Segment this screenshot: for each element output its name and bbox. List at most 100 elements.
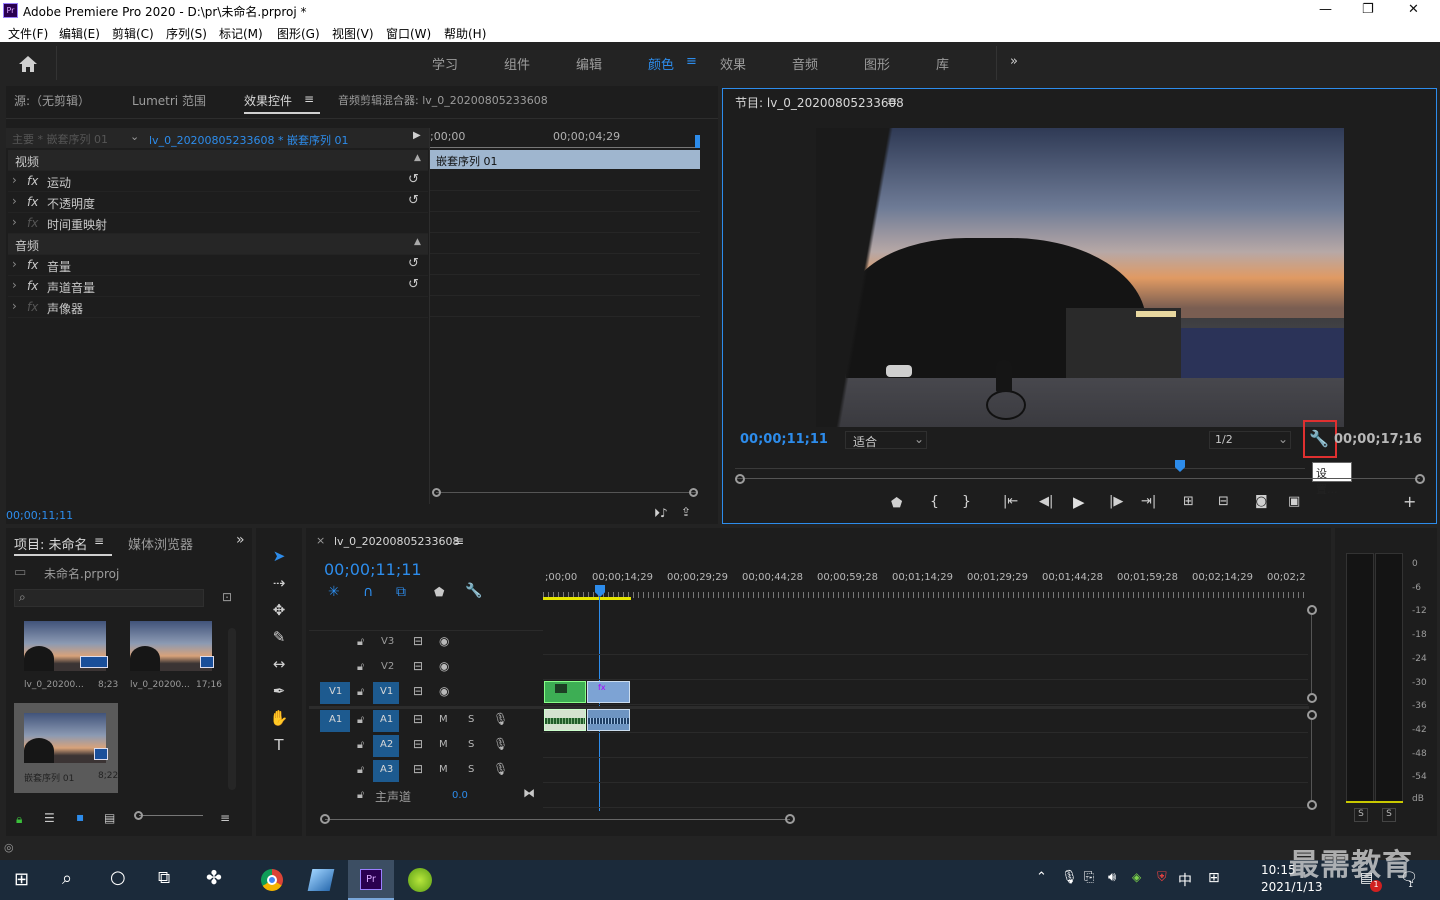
- mute-button[interactable]: M: [439, 714, 448, 725]
- track-lane-a1[interactable]: [543, 709, 1308, 733]
- maximize-button[interactable]: ❐: [1362, 2, 1374, 17]
- video-scroll-bottom-handle[interactable]: [1307, 693, 1317, 703]
- selection-tool-icon[interactable]: ➤: [268, 547, 290, 569]
- solo-button[interactable]: S: [468, 714, 474, 725]
- cortana-icon[interactable]: ○: [110, 867, 126, 888]
- sync-lock-icon[interactable]: ⊟: [413, 737, 423, 751]
- lock-icon[interactable]: 🔒︎: [16, 812, 22, 827]
- sequence-clip-label[interactable]: lv_0_20200805233608 * 嵌套序列 01: [149, 132, 349, 148]
- panel-overflow-icon[interactable]: »: [236, 532, 245, 548]
- ec-timecode[interactable]: 00;00;11;11: [6, 509, 73, 522]
- video-scroll-top-handle[interactable]: [1307, 605, 1317, 615]
- tab-source[interactable]: 源:（无剪辑）: [14, 92, 90, 109]
- network-icon[interactable]: ⎘: [1084, 870, 1094, 885]
- program-video-frame[interactable]: [816, 128, 1344, 427]
- minimize-button[interactable]: —: [1319, 2, 1332, 17]
- icon-view-icon[interactable]: ▪: [76, 810, 84, 824]
- menu-graphics[interactable]: 图形(G): [277, 25, 320, 42]
- go-to-in-icon[interactable]: |⇤: [1003, 494, 1018, 509]
- work-area-bar[interactable]: [543, 597, 631, 600]
- lock-icon[interactable]: 🔓︎: [357, 738, 364, 752]
- workspace-overflow-icon[interactable]: »: [1010, 54, 1018, 69]
- extract-icon[interactable]: ⊟: [1218, 494, 1229, 509]
- thumbnail-size-slider[interactable]: [134, 811, 143, 820]
- effect-row-volume[interactable]: › fx 音量 ↺: [8, 255, 428, 276]
- mute-button[interactable]: M: [439, 764, 448, 775]
- freeform-view-icon[interactable]: ▤: [104, 811, 115, 825]
- tab-lumetri-scopes[interactable]: Lumetri 范围: [132, 92, 206, 109]
- timeline-zoom-start-handle[interactable]: [320, 814, 330, 824]
- meter-solo-left-button[interactable]: S: [1354, 808, 1368, 822]
- ime-keyboard-icon[interactable]: ⊞: [1208, 870, 1220, 886]
- microphone-icon[interactable]: 🎙︎: [493, 762, 508, 776]
- master-volume-value[interactable]: 0.0: [452, 790, 468, 801]
- go-to-in-out-icon[interactable]: ⧓: [523, 786, 535, 800]
- mark-in-icon[interactable]: {: [930, 494, 939, 510]
- track-lane-v1[interactable]: [543, 681, 1308, 705]
- fx-icon[interactable]: fx: [27, 174, 38, 188]
- workspace-editing[interactable]: 编辑: [576, 54, 602, 73]
- mute-button[interactable]: M: [439, 739, 448, 750]
- meter-solo-right-button[interactable]: S: [1382, 808, 1396, 822]
- panel-menu-icon[interactable]: ≡: [94, 534, 104, 548]
- fx-icon[interactable]: fx: [27, 195, 38, 209]
- reset-icon[interactable]: ↺: [408, 277, 419, 292]
- linked-selection-icon[interactable]: ⧉: [396, 584, 406, 600]
- track-target-a3[interactable]: A3: [373, 760, 399, 782]
- fx-icon[interactable]: fx: [27, 279, 38, 293]
- track-lane-master[interactable]: [543, 784, 1308, 808]
- export-frame-camera-icon[interactable]: ◙: [1255, 494, 1268, 509]
- timeline-zoom-end-handle[interactable]: [785, 814, 795, 824]
- expand-icon[interactable]: ›: [12, 257, 17, 271]
- step-back-icon[interactable]: ◀|: [1039, 494, 1053, 509]
- track-target-v1[interactable]: V1: [373, 682, 399, 704]
- expand-timeline-icon[interactable]: ▶: [413, 130, 421, 141]
- nested-sequence-clip[interactable]: fx: [587, 681, 630, 703]
- sync-lock-icon[interactable]: ⊟: [413, 762, 423, 776]
- microphone-icon[interactable]: 🎙︎: [493, 737, 508, 751]
- resolution-select[interactable]: 1/2 ⌄: [1209, 431, 1291, 449]
- solo-button[interactable]: S: [468, 764, 474, 775]
- lock-icon[interactable]: 🔓︎: [357, 713, 364, 727]
- expand-icon[interactable]: ›: [12, 215, 17, 229]
- menu-clip[interactable]: 剪辑(C): [112, 25, 154, 42]
- menu-help[interactable]: 帮助(H): [444, 25, 486, 42]
- lock-icon[interactable]: 🔓︎: [357, 788, 364, 802]
- menu-edit[interactable]: 编辑(E): [59, 25, 100, 42]
- track-lane-a3[interactable]: [543, 759, 1308, 783]
- ripple-edit-tool-icon[interactable]: ✥: [268, 601, 290, 623]
- tennis-ball-app-icon[interactable]: [408, 868, 432, 892]
- audio-clip[interactable]: [544, 709, 586, 731]
- search-icon[interactable]: ⌕: [62, 868, 72, 889]
- workspace-color[interactable]: 颜色: [648, 54, 674, 73]
- snap-magnet-icon[interactable]: ∩: [363, 584, 373, 600]
- panel-menu-icon[interactable]: ≡: [454, 534, 464, 548]
- slip-tool-icon[interactable]: ↔: [268, 655, 290, 677]
- project-item-selected[interactable]: 嵌套序列 01 8;22: [14, 703, 118, 793]
- windows-start-icon[interactable]: ⊞: [14, 869, 29, 890]
- timeline-settings-wrench-icon[interactable]: 🔧: [465, 583, 482, 599]
- effect-row-channel-volume[interactable]: › fx 声道音量 ↺: [8, 276, 428, 297]
- video-clip[interactable]: [544, 681, 586, 703]
- eye-icon[interactable]: ◉: [439, 659, 449, 673]
- tab-effect-controls[interactable]: 效果控件: [244, 92, 292, 109]
- expand-icon[interactable]: ›: [12, 299, 17, 313]
- expand-icon[interactable]: ›: [12, 173, 17, 187]
- effect-row-panner[interactable]: › fx 声像器: [8, 297, 428, 318]
- menu-view[interactable]: 视图(V): [332, 25, 374, 42]
- play-audio-only-icon[interactable]: ⏵♪: [654, 506, 668, 521]
- export-frame-icon[interactable]: ⇪: [681, 505, 691, 519]
- program-zoom-end-handle[interactable]: [1415, 474, 1425, 484]
- reset-icon[interactable]: ↺: [408, 256, 419, 271]
- sort-icon[interactable]: ≡: [220, 811, 230, 825]
- tab-audio-clip-mixer[interactable]: 音频剪辑混合器: lv_0_20200805233608: [338, 92, 548, 108]
- chrome-icon[interactable]: [261, 869, 283, 891]
- sequence-dropdown-icon[interactable]: ⌄: [130, 130, 139, 143]
- menu-window[interactable]: 窗口(W): [386, 25, 431, 42]
- type-tool-icon[interactable]: T: [268, 736, 290, 758]
- lock-icon[interactable]: 🔓︎: [357, 763, 364, 777]
- mark-out-icon[interactable]: }: [962, 494, 971, 510]
- audio-scroll-top-handle[interactable]: [1307, 710, 1317, 720]
- program-zoom-start-handle[interactable]: [735, 474, 745, 484]
- home-icon[interactable]: [18, 55, 38, 73]
